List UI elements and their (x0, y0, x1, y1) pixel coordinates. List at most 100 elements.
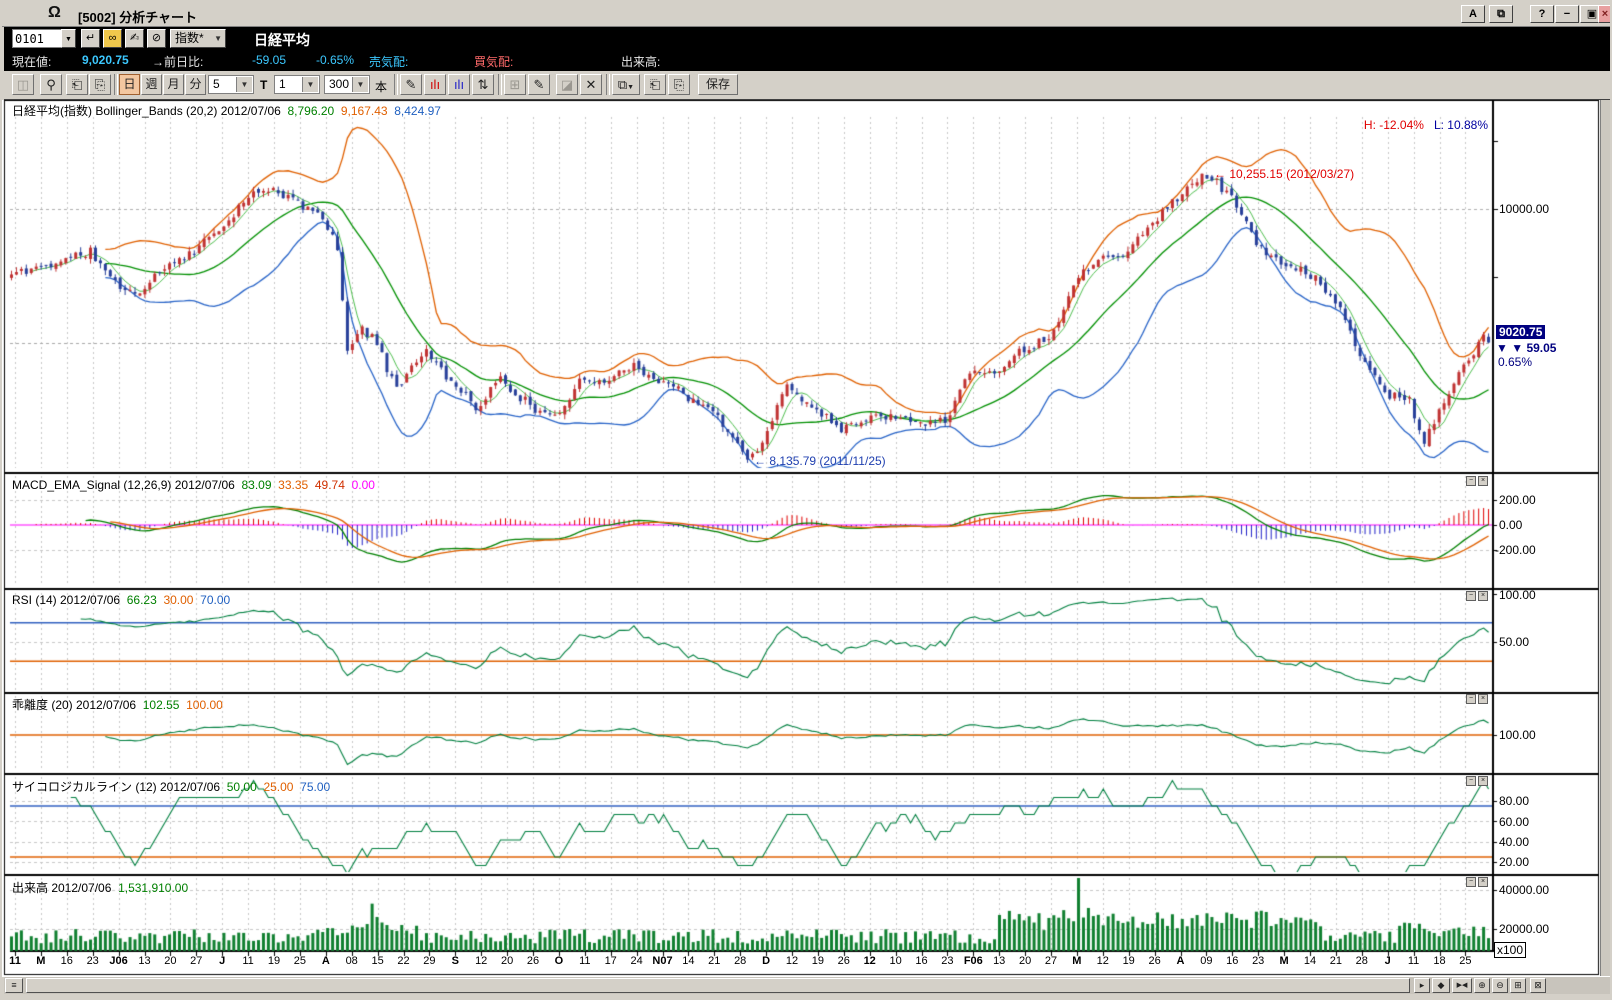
title-bar: Ω [5002] 分析チャート A ⧉ ? − ▣ × (2, 2, 1612, 27)
copy-page-button[interactable]: ⎘ (89, 74, 111, 95)
trendline-icon: ✎ (406, 77, 417, 92)
panel-minimize-button[interactable]: − (1466, 476, 1476, 486)
panel-minimize-button[interactable]: − (1466, 776, 1476, 786)
x-axis-label: 25 (294, 955, 306, 967)
x-axis-label: 23 (941, 955, 953, 967)
price-change-pct: 0.65% (1498, 355, 1532, 369)
rsi-axis-100: 100.00 (1499, 588, 1536, 602)
ema-value: 33.35 (278, 478, 308, 492)
pan-mode-button[interactable]: ◆ (1432, 978, 1450, 993)
left-arrow-icon: ← (754, 454, 766, 468)
t-label: T (260, 78, 267, 92)
panel-minimize-button[interactable]: − (1466, 591, 1476, 601)
code-dropdown-button[interactable]: ▼ (61, 29, 76, 48)
symbol-name: 日経平均 (254, 30, 310, 50)
period-day-button[interactable]: 日 (119, 74, 140, 95)
copy-window-button[interactable]: ⧉ (1489, 5, 1513, 23)
help-button[interactable]: ? (1530, 5, 1554, 23)
close-button[interactable]: × (1598, 5, 1612, 23)
psy-lower-band: 25.00 (263, 780, 293, 794)
chevron-down-icon: ▼ (214, 30, 222, 47)
psy-axis-80: 80.00 (1499, 794, 1529, 808)
category-select[interactable]: 指数*▼ (170, 29, 226, 48)
x-axis-label: A (322, 955, 330, 967)
zoom-tool-button[interactable]: ⚲ (40, 74, 62, 95)
zoom-out-button[interactable]: ⊖ (1492, 978, 1508, 993)
panel-close-button[interactable]: × (1478, 877, 1488, 887)
period-minute-button[interactable]: 分 (185, 74, 206, 95)
x-axis-label: 25 (1459, 955, 1471, 967)
psy-upper-band: 75.00 (300, 780, 330, 794)
x-axis-label: 24 (630, 955, 642, 967)
panel-close-button[interactable]: × (1478, 694, 1488, 704)
minute-interval-select[interactable]: 5▼ (208, 75, 254, 94)
delete-x-icon: ✕ (586, 77, 597, 92)
main-chart-header: 日経平均(指数) Bollinger_Bands (20,2) 2012/07/… (12, 102, 441, 119)
delete-tool-button[interactable]: ✕ (580, 74, 602, 95)
layout-windows-button[interactable]: ⧉▼ (612, 74, 640, 95)
minimize-button[interactable]: − (1555, 5, 1579, 23)
vertical-scrollbar[interactable] (1600, 100, 1612, 976)
page-next-icon: ⎘ (674, 77, 684, 92)
x-axis-label: 13 (993, 955, 1005, 967)
x-axis-label: 27 (190, 955, 202, 967)
panel-close-button[interactable]: × (1478, 591, 1488, 601)
grid-icon: ⊞ (510, 77, 521, 92)
x-axis-label: 22 (397, 955, 409, 967)
new-page-button[interactable]: ⎗ (66, 74, 88, 95)
panel-minimize-button[interactable]: − (1466, 877, 1476, 887)
left-arrow-icon: ← (1214, 167, 1226, 181)
volume-panel-header: 出来高 2012/07/06 1,531,910.00 (12, 879, 188, 896)
x-axis-label: M (1280, 955, 1289, 967)
t-value-select[interactable]: 1▼ (274, 75, 320, 94)
search-binoculars-button[interactable]: ∞ (103, 29, 122, 48)
scrollbar-thumb[interactable] (26, 978, 1410, 993)
x-axis-label: 23 (1252, 955, 1264, 967)
histogram-red-button[interactable]: ılı (424, 74, 446, 95)
x-axis-label: M (1072, 955, 1081, 967)
x-axis-label: S (452, 955, 459, 967)
clear-draw-button[interactable]: ⊘ (147, 29, 166, 48)
enter-icon: ↵ (86, 32, 95, 44)
x-axis-label: 14 (682, 955, 694, 967)
x-axis-label: 13 (138, 955, 150, 967)
kairi-panel-header: 乖離度 (20) 2012/07/06 102.55 100.00 (12, 696, 223, 713)
volume-axis-40000: 40000.00 (1499, 883, 1549, 897)
compress-bars-button[interactable]: ▶◀ (1452, 978, 1472, 993)
font-button[interactable]: A (1461, 5, 1485, 23)
grid-toggle-button[interactable]: ⊞ (1510, 978, 1526, 993)
updown-tool-button[interactable]: ⇅ (472, 74, 494, 95)
scroll-right-button[interactable]: ▸ (1414, 978, 1430, 993)
rsi-upper-band: 70.00 (200, 593, 230, 607)
x-axis-label: 20 (501, 955, 513, 967)
page-prev-button[interactable]: ⎗ (644, 74, 666, 95)
panel-close-button[interactable]: × (1478, 776, 1488, 786)
close-box-button[interactable]: ⊠ (1530, 978, 1546, 993)
memo-edit-button[interactable]: ✍ (125, 29, 144, 48)
scrollbar-grip[interactable]: ≡ (5, 978, 23, 993)
symbol-code-input[interactable] (12, 29, 66, 48)
x-axis-label: 11 (579, 955, 590, 967)
panel-minimize-button[interactable]: − (1466, 694, 1476, 704)
save-button[interactable]: 保存 (698, 74, 738, 95)
period-week-button[interactable]: 週 (141, 74, 162, 95)
chart-canvas[interactable] (2, 100, 1612, 977)
zoom-in-button[interactable]: ⊕ (1474, 978, 1490, 993)
copy-icon: ⧉ (1497, 8, 1505, 20)
current-price-value: 9,020.75 (82, 53, 129, 67)
bollinger-mid-value: 8,796.20 (287, 104, 334, 118)
x-axis-label: 09 (1200, 955, 1212, 967)
pencil-tool-button[interactable]: ✎ (528, 74, 550, 95)
trendline-tool-button[interactable]: ✎ (400, 74, 422, 95)
bar-count-select[interactable]: 300▼ (324, 75, 370, 94)
period-month-button[interactable]: 月 (163, 74, 184, 95)
x-axis-label: 19 (812, 955, 824, 967)
submit-code-button[interactable]: ↵ (81, 29, 100, 48)
page-next-button[interactable]: ⎘ (668, 74, 690, 95)
candlestick-icon: ◫ (17, 77, 29, 92)
zoom-in-icon: ⊕ (1478, 980, 1486, 990)
panel-close-button[interactable]: × (1478, 476, 1488, 486)
eraser-tool-button: ◪ (556, 74, 578, 95)
x-axis-label: M (36, 955, 45, 967)
histogram-blue-button[interactable]: ılı (448, 74, 470, 95)
